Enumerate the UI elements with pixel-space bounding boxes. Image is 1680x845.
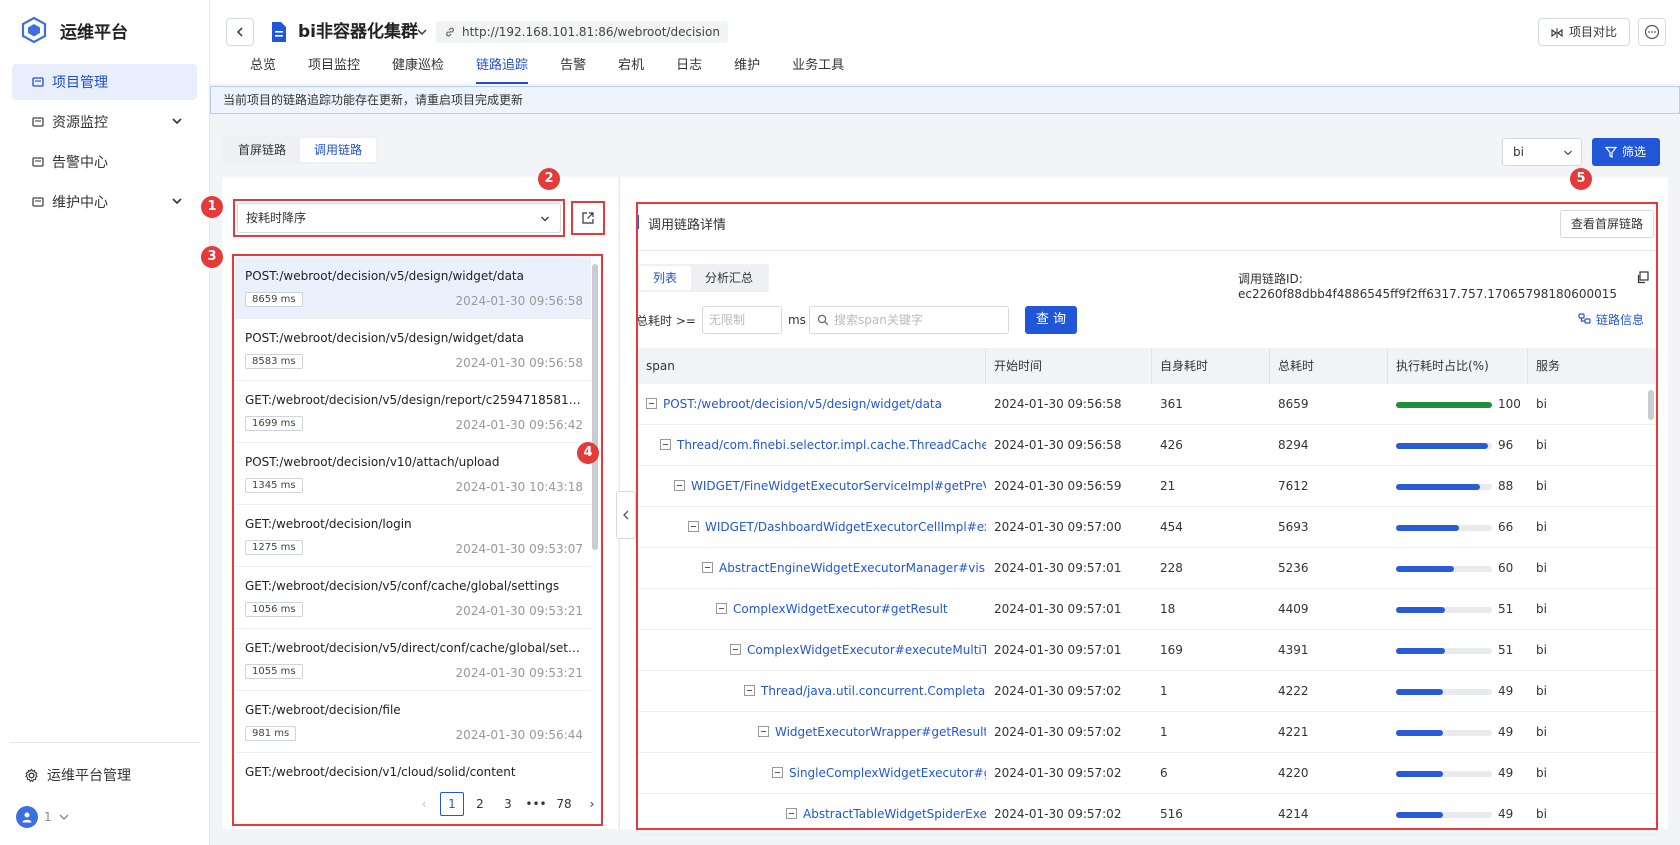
filter-button[interactable]: 筛选 (1592, 138, 1660, 166)
chevron-left-icon (236, 27, 243, 37)
project-compare-label: 项目对比 (1569, 25, 1618, 39)
gear-icon (25, 768, 38, 782)
bell-icon (30, 154, 46, 170)
platform-admin-label: 运维平台管理 (47, 768, 131, 784)
collapse-panel-button[interactable] (616, 491, 636, 539)
chain-type-switch: 首屏链路 调用链路 (222, 136, 379, 164)
user-icon (22, 812, 32, 823)
tab-8[interactable]: 业务工具 (792, 56, 844, 84)
link-icon (446, 27, 454, 37)
platform-admin-link[interactable]: 运维平台管理 (0, 755, 210, 795)
service-select[interactable]: bi (1502, 138, 1582, 166)
monitor-icon (30, 114, 46, 130)
annotation-badge-4: 4 (577, 442, 599, 464)
sidebar-divider (10, 742, 200, 743)
sidebar-item-label: 维护中心 (52, 195, 108, 211)
project-title[interactable]: bi非容器化集群 (298, 18, 418, 46)
sidebar-item-label: 项目管理 (52, 75, 108, 91)
annotation-box-5 (636, 202, 1658, 830)
more-button[interactable] (1638, 18, 1666, 46)
chevron-down-icon (171, 195, 183, 207)
sidebar-item-label: 告警中心 (52, 155, 108, 171)
service-select-value: bi (1513, 145, 1524, 159)
annotation-badge-2: 2 (538, 168, 560, 190)
more-icon (1644, 24, 1660, 40)
tab-1[interactable]: 项目监控 (308, 56, 360, 84)
sidebar-item-3[interactable]: 维护中心 (12, 184, 197, 220)
back-button[interactable] (226, 18, 254, 46)
chevron-down-icon (59, 814, 69, 820)
chevron-down-icon[interactable] (416, 26, 428, 38)
project-tabs: 总览 项目监控 健康巡检 链路追踪 告警 宕机 日志 维护 业务工具 (250, 56, 876, 84)
annotation-badge-1: 1 (201, 196, 223, 218)
brand[interactable]: 运维平台 (0, 0, 209, 60)
document-icon (272, 22, 286, 42)
header: bi非容器化集群 http://192.168.101.81:86/webroo… (210, 0, 1680, 84)
annotation-box-1 (233, 199, 565, 237)
project-url-text: http://192.168.101.81:86/webroot/decisio… (462, 25, 720, 39)
chain-type-0[interactable]: 首屏链路 (224, 138, 300, 162)
platform-logo-icon (21, 16, 47, 44)
sidebar-item-label: 资源监控 (52, 115, 108, 131)
annotation-badge-5: 5 (1570, 168, 1592, 190)
brand-name: 运维平台 (60, 22, 128, 43)
tab-3[interactable]: 链路追踪 (476, 56, 529, 84)
filter-icon (1605, 146, 1617, 158)
tab-6[interactable]: 日志 (676, 56, 702, 84)
tab-4[interactable]: 告警 (560, 56, 586, 84)
user-name: 1 (44, 810, 52, 824)
chevron-down-icon (171, 115, 183, 127)
chain-type-1[interactable]: 调用链路 (300, 138, 377, 162)
chevron-down-icon (1564, 150, 1572, 156)
maintenance-icon (30, 194, 46, 210)
annotation-box-2 (571, 201, 605, 235)
project-icon (30, 74, 46, 90)
compare-icon (1551, 28, 1563, 38)
user-menu[interactable]: 1 (0, 795, 210, 839)
sidebar: 运维平台 项目管理资源监控告警中心维护中心 运维平台管理 1 (0, 0, 210, 845)
update-notice: 当前项目的链路追踪功能存在更新，请重启项目完成更新 (210, 86, 1680, 114)
sidebar-item-2[interactable]: 告警中心 (12, 144, 197, 180)
sidebar-item-1[interactable]: 资源监控 (12, 104, 197, 140)
tab-5[interactable]: 宕机 (618, 56, 644, 84)
tab-2[interactable]: 健康巡检 (392, 56, 444, 84)
annotation-box-3 (232, 254, 603, 826)
chevron-left-icon (623, 510, 629, 520)
sidebar-item-0[interactable]: 项目管理 (12, 64, 197, 100)
tab-7[interactable]: 维护 (734, 56, 760, 84)
tab-0[interactable]: 总览 (250, 56, 276, 84)
project-url[interactable]: http://192.168.101.81:86/webroot/decisio… (436, 21, 728, 43)
filter-label: 筛选 (1622, 145, 1647, 159)
annotation-badge-3: 3 (201, 246, 223, 268)
project-compare-button[interactable]: 项目对比 (1538, 18, 1631, 46)
avatar (16, 806, 38, 828)
